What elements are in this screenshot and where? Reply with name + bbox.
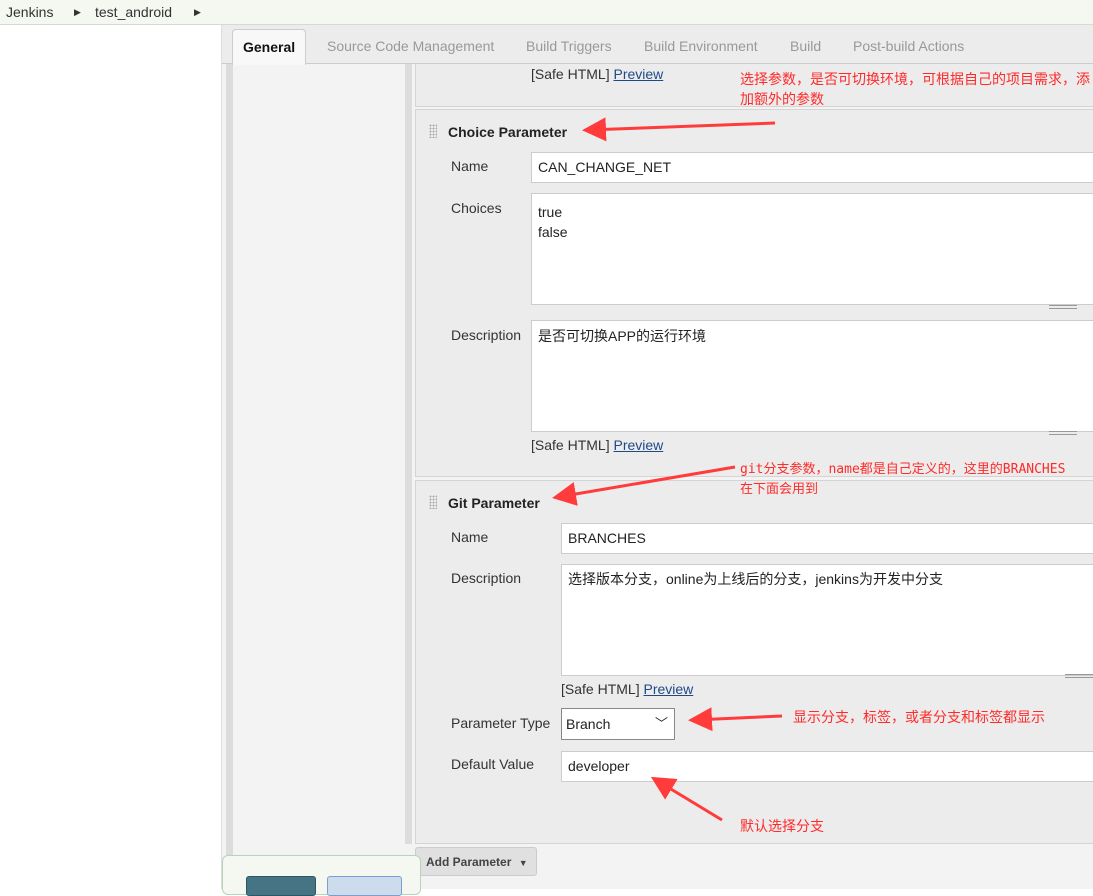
annotation-arrows: [552, 117, 783, 822]
arrow-icon: [582, 117, 776, 142]
arrow-icon: [688, 707, 783, 732]
arrow-icon: [650, 776, 723, 822]
arrow-icon: [552, 465, 736, 506]
